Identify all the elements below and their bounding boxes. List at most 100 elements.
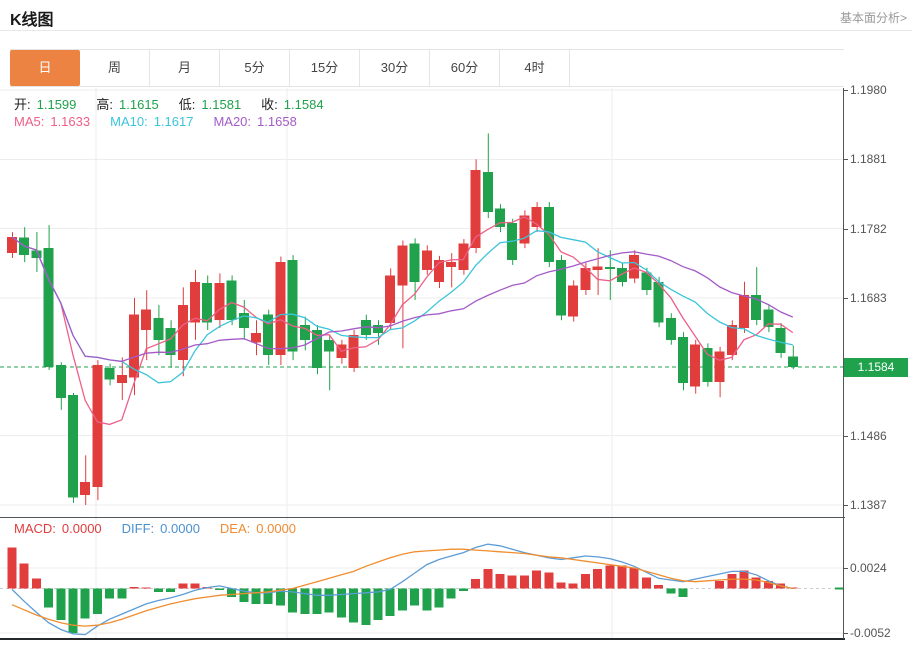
tab-week[interactable]: 周 — [80, 50, 150, 86]
axis-tick — [843, 298, 848, 299]
macd-label: DEA: — [220, 521, 250, 536]
tab-4hour[interactable]: 4时 — [500, 50, 570, 86]
candle-body — [251, 333, 261, 343]
candle-body — [446, 262, 456, 267]
candle-body — [288, 260, 298, 352]
current-price-badge: 1.1584 — [844, 358, 908, 377]
macd-bar — [471, 579, 480, 588]
ohlc-value: 1.1599 — [37, 97, 77, 112]
candle-body — [92, 365, 102, 487]
macd-bar — [215, 589, 224, 591]
ohlc-item-3: 收: 1.1584 — [261, 94, 329, 113]
axis-tick — [843, 229, 848, 230]
candle-body — [739, 295, 749, 328]
candle-body — [227, 280, 237, 320]
macd-bar — [544, 572, 553, 588]
macd-bar — [508, 576, 517, 589]
ohlc-label: 收: — [261, 97, 278, 112]
macd-bar — [557, 583, 566, 589]
candle-body — [629, 255, 639, 278]
macd-bar — [69, 589, 78, 633]
macd-bar — [252, 589, 261, 604]
axis-tick-label: 1.1387 — [850, 498, 887, 512]
axis-tick-label: 1.1683 — [850, 291, 887, 305]
macd-bar — [337, 589, 346, 618]
ohlc-label: 高: — [96, 97, 113, 112]
candle-body — [202, 283, 212, 322]
macd-value: 0.0000 — [160, 521, 200, 536]
axis-tick — [843, 505, 848, 506]
candle-body — [129, 315, 139, 378]
axis-tick — [843, 568, 848, 569]
macd-bar — [752, 577, 761, 588]
tab-60min[interactable]: 60分 — [430, 50, 500, 86]
tab-5min[interactable]: 5分 — [220, 50, 290, 86]
candle-body — [105, 368, 115, 380]
candlestick-chart[interactable] — [0, 88, 845, 517]
candle-body — [324, 340, 334, 352]
candle-body — [141, 310, 151, 330]
ohlc-label: 开: — [14, 97, 31, 112]
candle-body — [568, 285, 578, 316]
macd-bar — [569, 583, 578, 588]
candle-body — [666, 318, 676, 340]
axis-tick-label: 1.1881 — [850, 152, 887, 166]
ma-value: 1.1617 — [154, 114, 194, 129]
candle-body — [80, 482, 90, 495]
fundamental-analysis-link[interactable]: 基本面分析> — [840, 9, 907, 26]
axis-tick — [843, 436, 848, 437]
macd-bar — [32, 578, 41, 588]
candle-body — [593, 266, 603, 269]
macd-bar — [81, 589, 90, 619]
ma-item-0: MA5:1.1633 — [14, 114, 96, 129]
candle-body — [788, 357, 798, 367]
macd-label: MACD: — [14, 521, 56, 536]
ohlc-label: 低: — [179, 97, 196, 112]
macd-bar — [374, 589, 383, 621]
axis-tick-label: 1.1486 — [850, 429, 887, 443]
candle-body — [397, 245, 407, 285]
ohlc-item-0: 开: 1.1599 — [14, 94, 82, 113]
candle-body — [690, 345, 700, 387]
macd-bar — [300, 589, 309, 615]
macd-bar — [154, 589, 163, 592]
macd-bar — [117, 589, 126, 599]
macd-bar — [496, 574, 505, 589]
tab-30min[interactable]: 30分 — [360, 50, 430, 86]
candle-body — [56, 365, 66, 398]
candle-body — [605, 267, 615, 269]
candle-body — [190, 282, 200, 323]
pane-divider — [0, 517, 845, 518]
macd-bar — [593, 569, 602, 589]
tab-15min[interactable]: 15分 — [290, 50, 360, 86]
candle-body — [153, 318, 163, 340]
macd-item-1: DIFF:0.0000 — [122, 521, 206, 536]
tab-day[interactable]: 日 — [10, 50, 80, 86]
ma-label: MA10: — [110, 114, 148, 129]
macd-bar — [313, 589, 322, 615]
macd-bar — [532, 571, 541, 589]
interval-tabbar: 日周月5分15分30分60分4时 — [10, 49, 844, 87]
candle-body — [68, 395, 78, 497]
macd-bar — [483, 569, 492, 589]
macd-bar — [166, 589, 175, 592]
ma-legend: MA5:1.1633 MA10: 1.1617 MA20:1.1658 — [14, 114, 317, 129]
candle-body — [458, 243, 468, 270]
macd-bar — [715, 581, 724, 589]
candle-body — [178, 305, 188, 360]
candle-body — [275, 262, 285, 355]
ma-item-2: MA20:1.1658 — [213, 114, 302, 129]
macd-value: 0.0000 — [256, 521, 296, 536]
macd-bar — [605, 565, 614, 588]
ohlc-value: 1.1584 — [284, 97, 324, 112]
macd-bar — [56, 589, 65, 621]
macd-bar — [93, 589, 102, 615]
axis-tick — [843, 633, 848, 634]
axis-tick — [843, 159, 848, 160]
macd-bar — [191, 583, 200, 588]
macd-bar — [410, 589, 419, 606]
tab-month[interactable]: 月 — [150, 50, 220, 86]
macd-bar — [178, 583, 187, 588]
macd-bar — [447, 589, 456, 599]
macd-bar — [325, 589, 334, 613]
